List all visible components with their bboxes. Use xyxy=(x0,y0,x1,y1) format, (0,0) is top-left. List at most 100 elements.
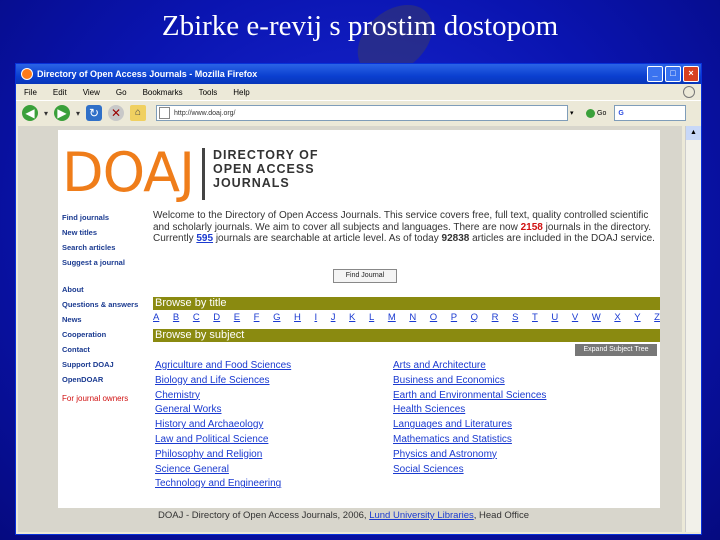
alphabet-link[interactable]: V xyxy=(572,312,578,326)
browse-title-bar: Browse by title xyxy=(153,297,660,310)
subject-link[interactable]: Agriculture and Food Sciences xyxy=(155,359,291,374)
alphabet-link[interactable]: F xyxy=(254,312,260,326)
url-bar[interactable]: http://www.doaj.org/ xyxy=(156,105,569,121)
article-count: 92838 xyxy=(441,233,470,244)
subject-link[interactable]: Law and Political Science xyxy=(155,433,291,448)
close-button[interactable]: × xyxy=(683,66,699,82)
alphabet-link[interactable]: O xyxy=(430,312,437,326)
navigation-toolbar: ◀ ▾ ▶ ▾ ↻ ✕ ⌂ http://www.doaj.org/ ▾ Go … xyxy=(16,100,701,125)
alphabet-link[interactable]: X xyxy=(614,312,620,326)
forward-dropdown-icon[interactable]: ▾ xyxy=(76,109,80,118)
nav-suggest-journal[interactable]: Suggest a journal xyxy=(62,255,154,270)
alphabet-link[interactable]: G xyxy=(273,312,280,326)
alphabet-link[interactable]: B xyxy=(173,312,179,326)
alphabet-link[interactable]: J xyxy=(331,312,336,326)
logo-subtitle: DIRECTORY OF OPEN ACCESS JOURNALS xyxy=(213,148,319,190)
page-icon xyxy=(159,107,171,119)
window-title: Directory of Open Access Journals - Mozi… xyxy=(37,69,258,79)
menu-help[interactable]: Help xyxy=(233,88,249,97)
subject-link[interactable]: Philosophy and Religion xyxy=(155,448,291,463)
subject-link[interactable]: History and Archaeology xyxy=(155,418,291,433)
back-dropdown-icon[interactable]: ▾ xyxy=(44,109,48,118)
subject-link[interactable]: Chemistry xyxy=(155,389,291,404)
nav-news[interactable]: News xyxy=(62,312,154,327)
nav-contact[interactable]: Contact xyxy=(62,342,154,357)
nav-support[interactable]: Support DOAJ xyxy=(62,357,154,372)
alphabet-link[interactable]: W xyxy=(592,312,601,326)
back-arrow-icon[interactable]: ◀ xyxy=(22,105,38,121)
alphabet-link[interactable]: Y xyxy=(634,312,640,326)
alphabet-link[interactable]: U xyxy=(551,312,558,326)
nav-opendoar[interactable]: OpenDOAR xyxy=(62,372,154,387)
nav-find-journals[interactable]: Find journals xyxy=(62,210,154,225)
nav-journal-owners[interactable]: For journal owners xyxy=(62,391,154,406)
menu-bookmarks[interactable]: Bookmarks xyxy=(143,88,183,97)
subject-link[interactable]: Business and Economics xyxy=(393,374,546,389)
menu-file[interactable]: File xyxy=(24,88,37,97)
subject-link[interactable]: Biology and Life Sciences xyxy=(155,374,291,389)
subject-link[interactable]: Social Sciences xyxy=(393,463,546,478)
go-arrow-icon xyxy=(586,108,596,118)
maximize-button[interactable]: □ xyxy=(665,66,681,82)
alphabet-link[interactable]: H xyxy=(294,312,301,326)
nav-questions[interactable]: Questions & answers xyxy=(62,297,154,312)
subject-link[interactable]: Health Sciences xyxy=(393,403,546,418)
logo-divider xyxy=(202,148,205,200)
nav-new-titles[interactable]: New titles xyxy=(62,225,154,240)
welcome-text: Welcome to the Directory of Open Access … xyxy=(153,210,658,245)
subject-link[interactable]: General Works xyxy=(155,403,291,418)
nav-about[interactable]: About xyxy=(62,282,154,297)
home-icon[interactable]: ⌂ xyxy=(130,105,147,121)
footer: DOAJ - Directory of Open Access Journals… xyxy=(58,508,660,532)
footer-lund-link[interactable]: Lund University Libraries xyxy=(369,510,474,521)
alphabet-link[interactable]: R xyxy=(492,312,499,326)
browser-window: Directory of Open Access Journals - Mozi… xyxy=(15,63,702,535)
minimize-button[interactable]: _ xyxy=(647,66,663,82)
find-journal-button[interactable]: Find Journal xyxy=(333,269,397,283)
alphabet-link[interactable]: L xyxy=(369,312,374,326)
alphabet-link[interactable]: P xyxy=(451,312,457,326)
subject-link[interactable]: Arts and Architecture xyxy=(393,359,546,374)
menu-bar: File Edit View Go Bookmarks Tools Help xyxy=(16,84,701,100)
go-button[interactable]: Go xyxy=(586,108,606,118)
subject-link[interactable]: Physics and Astronomy xyxy=(393,448,546,463)
alphabet-link[interactable]: K xyxy=(349,312,355,326)
forward-arrow-icon[interactable]: ▶ xyxy=(54,105,71,121)
subject-link[interactable]: Science General xyxy=(155,463,291,478)
alphabet-link[interactable]: C xyxy=(193,312,200,326)
menu-view[interactable]: View xyxy=(83,88,100,97)
subject-link[interactable]: Earth and Environmental Sciences xyxy=(393,389,546,404)
nav-cooperation[interactable]: Cooperation xyxy=(62,327,154,342)
stop-icon[interactable]: ✕ xyxy=(108,105,125,121)
subject-link[interactable]: Mathematics and Statistics xyxy=(393,433,546,448)
footer-text: DOAJ - Directory of Open Access Journals… xyxy=(158,510,529,521)
subject-link[interactable]: Languages and Literatures xyxy=(393,418,546,433)
doaj-logo: DOAJ xyxy=(62,141,195,204)
reload-icon[interactable]: ↻ xyxy=(86,105,103,121)
menu-go[interactable]: Go xyxy=(116,88,127,97)
menu-tools[interactable]: Tools xyxy=(199,88,218,97)
scroll-up-icon[interactable]: ▲ xyxy=(686,126,701,140)
menu-edit[interactable]: Edit xyxy=(53,88,67,97)
alphabet-link[interactable]: T xyxy=(532,312,538,326)
alphabet-link[interactable]: Z xyxy=(654,312,660,326)
alphabet-link[interactable]: N xyxy=(409,312,416,326)
welcome-p3: journals are searchable at article level… xyxy=(213,233,442,244)
alphabet-link[interactable]: Q xyxy=(471,312,478,326)
searchable-count-link[interactable]: 595 xyxy=(196,233,213,244)
expand-subject-tree-button[interactable]: Expand Subject Tree xyxy=(575,344,657,356)
alphabet-link[interactable]: M xyxy=(388,312,396,326)
nav-search-articles[interactable]: Search articles xyxy=(62,240,154,255)
url-dropdown-icon[interactable]: ▾ xyxy=(570,109,580,117)
side-navigation: Find journals New titles Search articles… xyxy=(62,210,154,406)
alphabet-link[interactable]: I xyxy=(314,312,317,326)
alphabet-link[interactable]: A xyxy=(153,312,159,326)
subject-link[interactable]: Technology and Engineering xyxy=(155,477,291,492)
subjects-left-column: Agriculture and Food Sciences Biology and… xyxy=(155,359,291,492)
alphabet-link[interactable]: E xyxy=(234,312,240,326)
search-input[interactable]: G xyxy=(614,105,687,121)
vertical-scrollbar[interactable]: ▲ xyxy=(685,126,701,532)
alphabet-link[interactable]: S xyxy=(512,312,518,326)
throbber-icon xyxy=(683,86,695,98)
alphabet-link[interactable]: D xyxy=(213,312,220,326)
